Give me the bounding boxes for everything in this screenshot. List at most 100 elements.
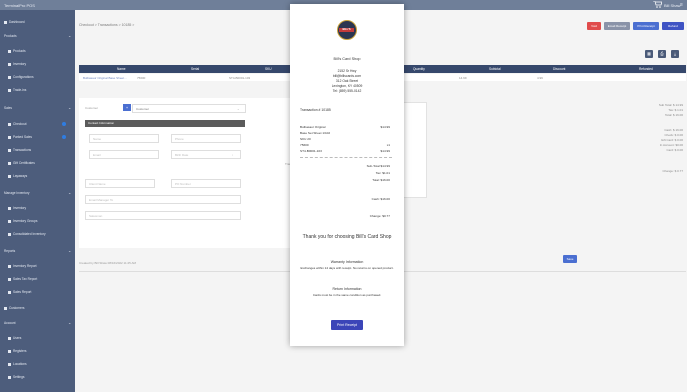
transaction-number: Transaction # 10185 xyxy=(300,108,331,112)
users-icon xyxy=(8,336,11,340)
chevron-down-icon[interactable]: ⌄ xyxy=(68,33,71,38)
email-receipt-button[interactable]: Email Receipt xyxy=(604,22,630,30)
sidebar-section-account[interactable]: Account xyxy=(4,321,16,325)
contact-info-header: Contact Information xyxy=(85,120,245,127)
table-cell: ST4-B0001-103 xyxy=(229,76,251,80)
chevron-down-icon[interactable]: ⌄ xyxy=(68,320,71,325)
chevron-down-icon[interactable]: ⌄ xyxy=(68,248,71,253)
sidebar-item-settings[interactable]: Settings xyxy=(8,375,25,379)
divider xyxy=(300,157,392,158)
sidebar-customers[interactable]: Customers xyxy=(4,306,24,310)
change-value: Change: $ 0.77 xyxy=(662,169,683,173)
address-line: bill@billscards.com xyxy=(332,74,362,78)
sidebar: Dashboard Products ⌄ Products Inventory … xyxy=(0,10,75,392)
user-icon xyxy=(4,306,7,310)
created-by-text: Created by Bill Shaw 08/16/2022 11:25 AM xyxy=(79,261,136,265)
phone-field[interactable]: Phone xyxy=(171,134,241,143)
receipt-item-name: ST4-B0001-103 xyxy=(300,149,322,153)
table-cell[interactable]: Bulbasaur Original Base Sheet... xyxy=(83,76,127,80)
calendar-icon: ▫ xyxy=(232,153,234,157)
return-title: Return Information xyxy=(332,287,362,291)
chart-icon xyxy=(8,277,11,281)
address-line: 312 Oak Street xyxy=(335,79,359,83)
sidebar-item-parked-sales[interactable]: Parked Sales xyxy=(8,135,32,139)
print-icon[interactable]: ⎙ xyxy=(658,50,666,58)
salesman-field[interactable]: Salesman xyxy=(85,211,241,220)
user-menu[interactable]: Bill Shaw xyxy=(664,3,680,8)
sidebar-section-sales[interactable]: Sales xyxy=(4,106,12,110)
chevron-down-icon: ⌄ xyxy=(237,107,240,111)
table-cell: 14.99 xyxy=(459,76,467,80)
client-name-field[interactable]: Client Name xyxy=(85,179,155,188)
register-icon xyxy=(8,349,11,353)
refund-button[interactable]: Refund xyxy=(662,22,684,30)
sidebar-dashboard[interactable]: Dashboard xyxy=(4,20,25,24)
print-receipt-button[interactable]: Print Receipt xyxy=(331,320,363,330)
chart-icon xyxy=(8,290,11,294)
sidebar-item-layaways[interactable]: Layaways xyxy=(8,174,27,178)
name-field[interactable]: Name xyxy=(89,134,159,143)
list-icon xyxy=(8,206,11,210)
gift-icon xyxy=(8,161,11,165)
receipt-item-value: x1 xyxy=(386,143,390,147)
column-header: Name xyxy=(117,67,126,71)
layers-icon xyxy=(8,232,11,236)
sidebar-item-inventory-list[interactable]: Inventory xyxy=(8,206,26,210)
receipt-cash: Cash: $16.00 xyxy=(371,197,390,201)
box-icon xyxy=(8,62,11,66)
app-title: TerminalPro POS xyxy=(4,3,35,8)
table-cell: 75600 xyxy=(137,76,146,80)
chevron-down-icon[interactable]: ⌄ xyxy=(68,190,71,195)
po-number-field[interactable]: PO Number xyxy=(171,179,241,188)
sidebar-item-configurations[interactable]: Configurations xyxy=(8,75,34,79)
address-line: Tel: (859) 555-0142 xyxy=(332,89,362,93)
receipt-preview: BILL'S Bill's Card Shop 2152 Sr Hwy bill… xyxy=(290,4,404,346)
void-button[interactable]: Void xyxy=(587,22,601,30)
sidebar-item-inventory-groups[interactable]: Inventory Groups xyxy=(8,219,37,223)
sidebar-item-checkout[interactable]: Checkout xyxy=(8,122,26,126)
product-icon xyxy=(8,49,11,53)
sidebar-item-gift-certificates[interactable]: Gift Certificates xyxy=(8,161,35,165)
store-logo: BILL'S xyxy=(337,20,357,40)
folder-icon xyxy=(8,219,11,223)
sidebar-item-sales-report[interactable]: Sales Report xyxy=(8,290,31,294)
receipt-change: Change: $0.77 xyxy=(369,214,390,218)
return-text: Cards must be in the same condition as p… xyxy=(312,293,382,297)
email-field[interactable]: Email xyxy=(89,150,159,159)
sidebar-item-sales-tax-report[interactable]: Sales Tax Report xyxy=(8,277,37,281)
card-value: Card: $ 0.00 xyxy=(666,148,683,152)
chevron-down-icon[interactable]: ⌄ xyxy=(68,105,71,110)
sidebar-item-inventory-report[interactable]: Inventory Report xyxy=(8,264,37,268)
email-manager-field[interactable]: Email Manager To xyxy=(85,195,241,204)
sidebar-item-inventory[interactable]: Inventory xyxy=(8,62,26,66)
check-value: Check: $ 0.00 xyxy=(664,133,683,137)
column-header: Refunded xyxy=(639,67,653,71)
sidebar-section-reports[interactable]: Reports xyxy=(4,249,15,253)
receipt-item-name: SKU 20 xyxy=(300,137,311,141)
sidebar-item-trade-ins[interactable]: Trade-ins xyxy=(8,88,26,92)
customer-select[interactable]: Customer ⌄ xyxy=(132,104,246,113)
notification-badge xyxy=(62,122,66,126)
birth-date-field[interactable]: Birth Date ▫ xyxy=(171,150,241,159)
notification-badge xyxy=(62,135,66,139)
download-icon[interactable]: ⤓ xyxy=(671,50,679,58)
save-button[interactable]: Save xyxy=(563,255,577,263)
hamburger-icon[interactable]: ≡ xyxy=(680,2,683,8)
breadcrumb[interactable]: Checkout > Transactions > 10185 > xyxy=(79,23,134,27)
gear-icon xyxy=(8,75,11,79)
print-receipt-button[interactable]: Print Receipt xyxy=(633,22,659,30)
table-cell: 4.99 xyxy=(537,76,543,80)
in-account-value: In Account: $0.00 xyxy=(659,143,683,147)
cart-icon[interactable] xyxy=(653,1,662,8)
sidebar-item-consolidated-inventory[interactable]: Consolidated Inventory xyxy=(8,232,46,236)
sidebar-item-locations[interactable]: Locations xyxy=(8,362,27,366)
sidebar-section-products[interactable]: Products xyxy=(4,34,17,38)
sidebar-item-products[interactable]: Products xyxy=(8,49,26,53)
warranty-title: Warranty Information xyxy=(330,260,364,264)
sidebar-item-transactions[interactable]: Transactions xyxy=(8,148,31,152)
sidebar-item-registers[interactable]: Registers xyxy=(8,349,26,353)
sidebar-section-manage-inventory[interactable]: Manage Inventory xyxy=(4,191,30,195)
grid-view-icon[interactable]: ▦ xyxy=(645,50,653,58)
add-customer-icon[interactable]: + xyxy=(123,104,131,111)
sidebar-item-users[interactable]: Users xyxy=(8,336,21,340)
